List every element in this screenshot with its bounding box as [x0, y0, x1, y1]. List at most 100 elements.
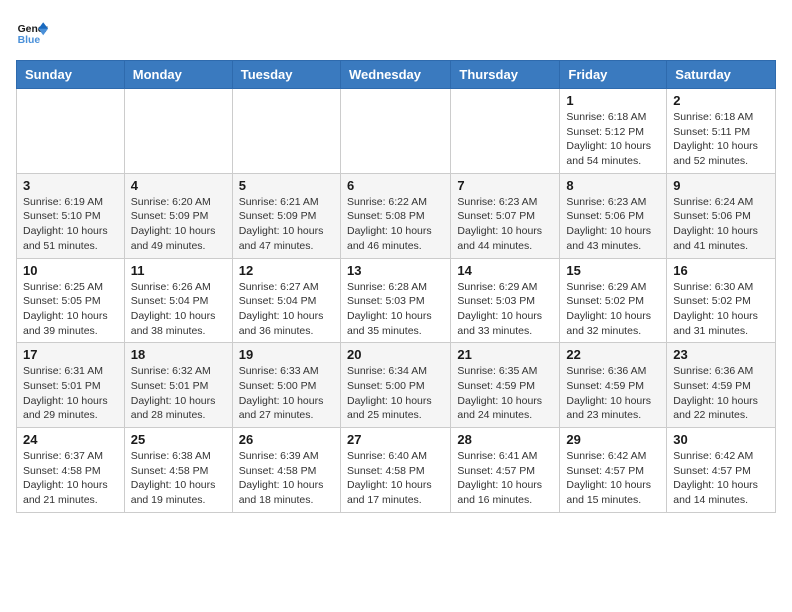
day-number: 26 — [239, 432, 334, 447]
day-info: Sunrise: 6:28 AMSunset: 5:03 PMDaylight:… — [347, 280, 444, 339]
calendar-cell: 14 Sunrise: 6:29 AMSunset: 5:03 PMDayligh… — [451, 258, 560, 343]
day-info: Sunrise: 6:25 AMSunset: 5:05 PMDaylight:… — [23, 280, 118, 339]
calendar-cell: 26 Sunrise: 6:39 AMSunset: 4:58 PMDayligh… — [232, 428, 340, 513]
calendar-cell: 4 Sunrise: 6:20 AMSunset: 5:09 PMDaylight… — [124, 173, 232, 258]
day-number: 13 — [347, 263, 444, 278]
weekday-header: Friday — [560, 61, 667, 89]
calendar-cell — [17, 89, 125, 174]
calendar-cell — [451, 89, 560, 174]
day-number: 23 — [673, 347, 769, 362]
calendar-cell: 27 Sunrise: 6:40 AMSunset: 4:58 PMDayligh… — [340, 428, 450, 513]
calendar-week-row: 10 Sunrise: 6:25 AMSunset: 5:05 PMDayligh… — [17, 258, 776, 343]
day-info: Sunrise: 6:23 AMSunset: 5:06 PMDaylight:… — [566, 195, 660, 254]
day-info: Sunrise: 6:18 AMSunset: 5:11 PMDaylight:… — [673, 110, 769, 169]
day-number: 19 — [239, 347, 334, 362]
calendar-cell: 11 Sunrise: 6:26 AMSunset: 5:04 PMDayligh… — [124, 258, 232, 343]
day-number: 4 — [131, 178, 226, 193]
day-number: 29 — [566, 432, 660, 447]
calendar-cell: 25 Sunrise: 6:38 AMSunset: 4:58 PMDayligh… — [124, 428, 232, 513]
day-info: Sunrise: 6:18 AMSunset: 5:12 PMDaylight:… — [566, 110, 660, 169]
calendar-table: SundayMondayTuesdayWednesdayThursdayFrid… — [16, 60, 776, 513]
calendar-cell: 2Sunrise: 6:18 AMSunset: 5:11 PMDaylight… — [667, 89, 776, 174]
day-info: Sunrise: 6:21 AMSunset: 5:09 PMDaylight:… — [239, 195, 334, 254]
calendar-cell: 18 Sunrise: 6:32 AMSunset: 5:01 PMDayligh… — [124, 343, 232, 428]
calendar-cell: 15Sunrise: 6:29 AMSunset: 5:02 PMDayligh… — [560, 258, 667, 343]
svg-text:Blue: Blue — [18, 35, 41, 46]
day-info: Sunrise: 6:20 AMSunset: 5:09 PMDaylight:… — [131, 195, 226, 254]
day-number: 27 — [347, 432, 444, 447]
day-info: Sunrise: 6:32 AMSunset: 5:01 PMDaylight:… — [131, 364, 226, 423]
day-number: 7 — [457, 178, 553, 193]
calendar-cell: 7 Sunrise: 6:23 AMSunset: 5:07 PMDaylight… — [451, 173, 560, 258]
day-info: Sunrise: 6:22 AMSunset: 5:08 PMDaylight:… — [347, 195, 444, 254]
calendar-header-row: SundayMondayTuesdayWednesdayThursdayFrid… — [17, 61, 776, 89]
day-info: Sunrise: 6:36 AMSunset: 4:59 PMDaylight:… — [566, 364, 660, 423]
calendar-cell: 20 Sunrise: 6:34 AMSunset: 5:00 PMDayligh… — [340, 343, 450, 428]
day-info: Sunrise: 6:34 AMSunset: 5:00 PMDaylight:… — [347, 364, 444, 423]
calendar-cell — [232, 89, 340, 174]
calendar-cell: 10 Sunrise: 6:25 AMSunset: 5:05 PMDayligh… — [17, 258, 125, 343]
day-info: Sunrise: 6:42 AMSunset: 4:57 PMDaylight:… — [673, 449, 769, 508]
calendar-cell: 16Sunrise: 6:30 AMSunset: 5:02 PMDayligh… — [667, 258, 776, 343]
day-info: Sunrise: 6:23 AMSunset: 5:07 PMDaylight:… — [457, 195, 553, 254]
calendar-cell: 22 Sunrise: 6:36 AMSunset: 4:59 PMDayligh… — [560, 343, 667, 428]
day-number: 22 — [566, 347, 660, 362]
day-number: 11 — [131, 263, 226, 278]
day-info: Sunrise: 6:39 AMSunset: 4:58 PMDaylight:… — [239, 449, 334, 508]
calendar-cell: 24 Sunrise: 6:37 AMSunset: 4:58 PMDayligh… — [17, 428, 125, 513]
weekday-header: Monday — [124, 61, 232, 89]
day-number: 14 — [457, 263, 553, 278]
calendar-week-row: 24 Sunrise: 6:37 AMSunset: 4:58 PMDayligh… — [17, 428, 776, 513]
day-number: 6 — [347, 178, 444, 193]
calendar-cell: 9Sunrise: 6:24 AMSunset: 5:06 PMDaylight… — [667, 173, 776, 258]
calendar-cell: 8 Sunrise: 6:23 AMSunset: 5:06 PMDaylight… — [560, 173, 667, 258]
day-info: Sunrise: 6:26 AMSunset: 5:04 PMDaylight:… — [131, 280, 226, 339]
weekday-header: Saturday — [667, 61, 776, 89]
day-info: Sunrise: 6:31 AMSunset: 5:01 PMDaylight:… — [23, 364, 118, 423]
day-number: 20 — [347, 347, 444, 362]
day-number: 10 — [23, 263, 118, 278]
logo-icon: General Blue — [16, 16, 48, 48]
day-number: 28 — [457, 432, 553, 447]
day-number: 24 — [23, 432, 118, 447]
calendar-cell: 12Sunrise: 6:27 AMSunset: 5:04 PMDayligh… — [232, 258, 340, 343]
day-number: 1 — [566, 93, 660, 108]
calendar-week-row: 1 Sunrise: 6:18 AMSunset: 5:12 PMDaylight… — [17, 89, 776, 174]
calendar-cell: 30 Sunrise: 6:42 AMSunset: 4:57 PMDayligh… — [667, 428, 776, 513]
page-header: General Blue — [16, 16, 776, 48]
day-info: Sunrise: 6:42 AMSunset: 4:57 PMDaylight:… — [566, 449, 660, 508]
calendar-cell: 29 Sunrise: 6:42 AMSunset: 4:57 PMDayligh… — [560, 428, 667, 513]
day-info: Sunrise: 6:40 AMSunset: 4:58 PMDaylight:… — [347, 449, 444, 508]
day-info: Sunrise: 6:29 AMSunset: 5:02 PMDaylight:… — [566, 280, 660, 339]
calendar-cell — [340, 89, 450, 174]
day-number: 9 — [673, 178, 769, 193]
calendar-cell: 5 Sunrise: 6:21 AMSunset: 5:09 PMDaylight… — [232, 173, 340, 258]
day-number: 3 — [23, 178, 118, 193]
calendar-cell: 21Sunrise: 6:35 AMSunset: 4:59 PMDayligh… — [451, 343, 560, 428]
day-number: 25 — [131, 432, 226, 447]
day-info: Sunrise: 6:41 AMSunset: 4:57 PMDaylight:… — [457, 449, 553, 508]
calendar-cell: 3Sunrise: 6:19 AMSunset: 5:10 PMDaylight… — [17, 173, 125, 258]
weekday-header: Sunday — [17, 61, 125, 89]
day-number: 5 — [239, 178, 334, 193]
day-number: 8 — [566, 178, 660, 193]
weekday-header: Thursday — [451, 61, 560, 89]
calendar-cell: 23 Sunrise: 6:36 AMSunset: 4:59 PMDayligh… — [667, 343, 776, 428]
calendar-cell: 17 Sunrise: 6:31 AMSunset: 5:01 PMDayligh… — [17, 343, 125, 428]
weekday-header: Tuesday — [232, 61, 340, 89]
day-number: 17 — [23, 347, 118, 362]
calendar-cell: 6 Sunrise: 6:22 AMSunset: 5:08 PMDaylight… — [340, 173, 450, 258]
day-info: Sunrise: 6:27 AMSunset: 5:04 PMDaylight:… — [239, 280, 334, 339]
day-info: Sunrise: 6:36 AMSunset: 4:59 PMDaylight:… — [673, 364, 769, 423]
day-number: 16 — [673, 263, 769, 278]
day-info: Sunrise: 6:37 AMSunset: 4:58 PMDaylight:… — [23, 449, 118, 508]
day-info: Sunrise: 6:38 AMSunset: 4:58 PMDaylight:… — [131, 449, 226, 508]
calendar-cell: 19Sunrise: 6:33 AMSunset: 5:00 PMDayligh… — [232, 343, 340, 428]
day-number: 18 — [131, 347, 226, 362]
calendar-cell: 13 Sunrise: 6:28 AMSunset: 5:03 PMDayligh… — [340, 258, 450, 343]
calendar-cell: 28 Sunrise: 6:41 AMSunset: 4:57 PMDayligh… — [451, 428, 560, 513]
day-info: Sunrise: 6:35 AMSunset: 4:59 PMDaylight:… — [457, 364, 553, 423]
day-info: Sunrise: 6:29 AMSunset: 5:03 PMDaylight:… — [457, 280, 553, 339]
calendar-cell — [124, 89, 232, 174]
day-number: 30 — [673, 432, 769, 447]
